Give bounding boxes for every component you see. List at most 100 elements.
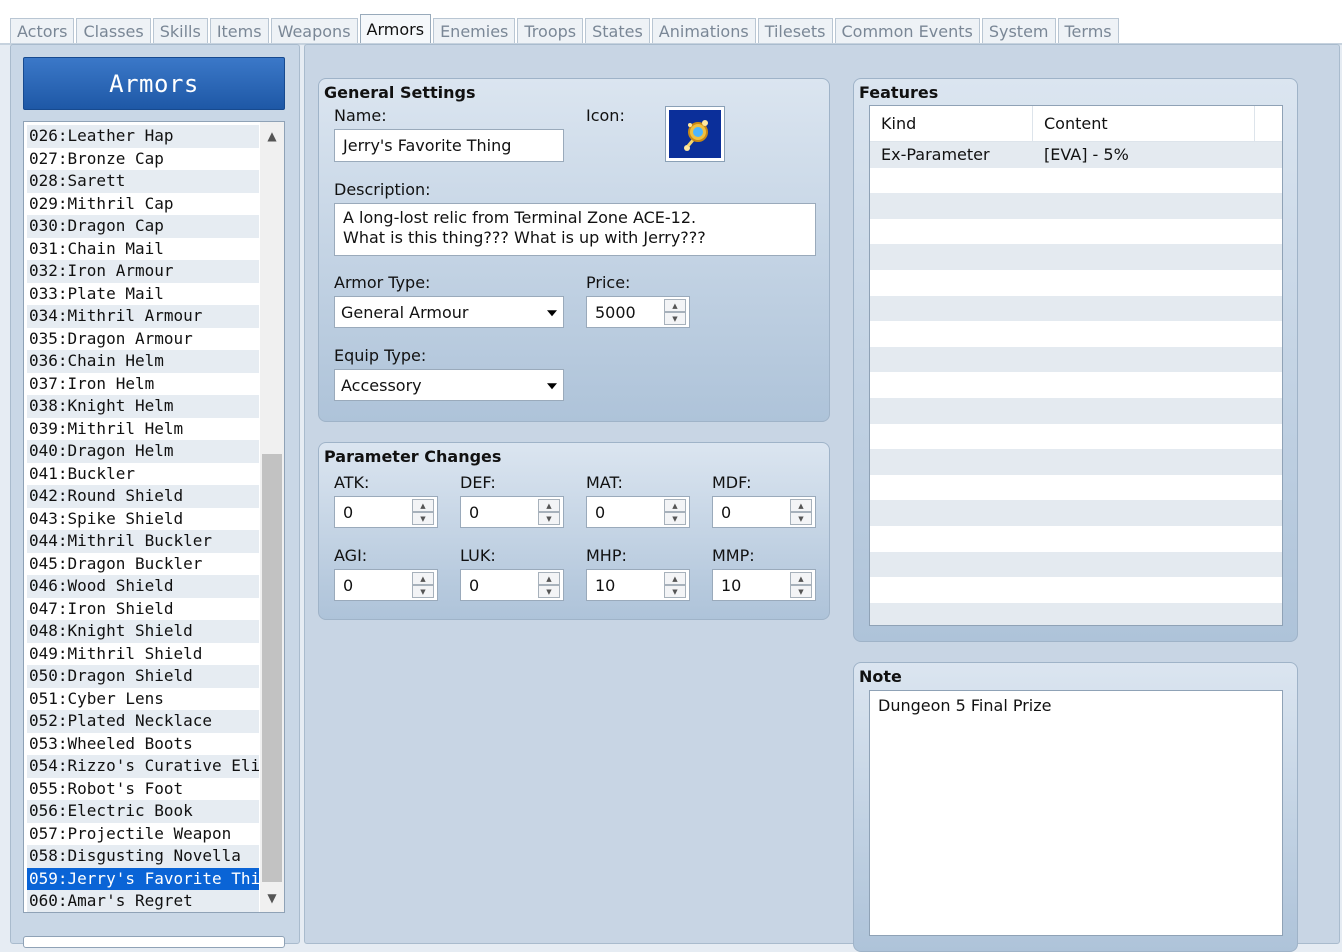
increment-icon[interactable]: ▲ (538, 572, 560, 585)
table-row[interactable] (870, 218, 1282, 245)
price-spinner[interactable]: 5000 ▲ ▼ (586, 296, 690, 328)
decrement-icon[interactable]: ▼ (790, 512, 812, 525)
table-row[interactable] (870, 321, 1282, 347)
tab-troops[interactable]: Troops (517, 18, 584, 44)
increment-icon[interactable]: ▲ (790, 499, 812, 512)
scroll-thumb[interactable] (262, 454, 282, 882)
increment-icon[interactable]: ▲ (412, 572, 434, 585)
table-row[interactable] (870, 449, 1282, 475)
table-row[interactable] (870, 397, 1282, 424)
table-row[interactable] (870, 244, 1282, 270)
table-row[interactable] (870, 269, 1282, 296)
list-item[interactable]: 048:Knight Shield (27, 620, 259, 643)
increment-icon[interactable]: ▲ (664, 499, 686, 512)
table-row[interactable] (870, 346, 1282, 373)
tab-weapons[interactable]: Weapons (270, 18, 358, 44)
decrement-icon[interactable]: ▼ (664, 512, 686, 525)
decrement-icon[interactable]: ▼ (664, 585, 686, 598)
mat-spinner[interactable]: 0 ▲ ▼ (586, 496, 690, 528)
column-header-content[interactable]: Content (1033, 106, 1255, 141)
equip-type-select[interactable]: Accessory (334, 369, 564, 401)
increment-icon[interactable]: ▲ (664, 299, 686, 312)
decrement-icon[interactable]: ▼ (664, 312, 686, 325)
tab-classes[interactable]: Classes (76, 18, 151, 44)
tab-states[interactable]: States (585, 18, 650, 44)
list-item[interactable]: 042:Round Shield (27, 485, 259, 508)
list-item[interactable]: 050:Dragon Shield (27, 665, 259, 688)
list-item[interactable]: 027:Bronze Cap (27, 147, 259, 170)
table-row[interactable] (870, 551, 1282, 578)
decrement-icon[interactable]: ▼ (412, 512, 434, 525)
list-item[interactable]: 026:Leather Hap (27, 125, 259, 148)
table-row[interactable] (870, 423, 1282, 450)
table-row[interactable] (870, 295, 1282, 322)
scroll-down-icon[interactable]: ▼ (260, 886, 284, 910)
mmp-spinner[interactable]: 10 ▲ ▼ (712, 569, 816, 601)
list-item[interactable]: 032:Iron Armour (27, 260, 259, 283)
list-item[interactable]: 033:Plate Mail (27, 282, 259, 305)
increment-icon[interactable]: ▲ (790, 572, 812, 585)
list-item[interactable]: 060:Amar's Regret (27, 890, 259, 912)
list-item[interactable]: 039:Mithril Helm (27, 417, 259, 440)
list-item[interactable]: 055:Robot's Foot (27, 777, 259, 800)
def-spinner[interactable]: 0 ▲ ▼ (460, 496, 564, 528)
table-row[interactable] (870, 474, 1282, 501)
list-item[interactable]: 041:Buckler (27, 462, 259, 485)
description-input[interactable]: A long-lost relic from Terminal Zone ACE… (334, 203, 816, 256)
list-item[interactable]: 028:Sarett (27, 170, 259, 193)
table-row[interactable] (870, 602, 1282, 625)
tab-common-events[interactable]: Common Events (834, 18, 980, 44)
list-item[interactable]: 040:Dragon Helm (27, 440, 259, 463)
mhp-spinner[interactable]: 10 ▲ ▼ (586, 569, 690, 601)
decrement-icon[interactable]: ▼ (538, 585, 560, 598)
table-row[interactable] (870, 525, 1282, 552)
tab-terms[interactable]: Terms (1057, 18, 1119, 44)
max-count-box[interactable] (23, 936, 285, 948)
list-item[interactable]: 045:Dragon Buckler (27, 552, 259, 575)
scroll-up-icon[interactable]: ▲ (260, 124, 284, 148)
mdf-spinner[interactable]: 0 ▲ ▼ (712, 496, 816, 528)
tab-enemies[interactable]: Enemies (433, 18, 516, 44)
list-scrollbar[interactable]: ▲ ▼ (260, 122, 284, 912)
table-row[interactable]: Ex-Parameter [EVA] - 5% (870, 142, 1282, 168)
tab-skills[interactable]: Skills (152, 18, 208, 44)
icon-selector[interactable] (665, 106, 725, 162)
list-item[interactable]: 035:Dragon Armour (27, 327, 259, 350)
list-item[interactable]: 043:Spike Shield (27, 507, 259, 530)
list-item[interactable]: 047:Iron Shield (27, 597, 259, 620)
list-item[interactable]: 056:Electric Book (27, 800, 259, 823)
table-row[interactable] (870, 372, 1282, 398)
list-item[interactable]: 052:Plated Necklace (27, 710, 259, 733)
tab-system[interactable]: System (981, 18, 1056, 44)
tab-animations[interactable]: Animations (651, 18, 756, 44)
agi-spinner[interactable]: 0 ▲ ▼ (334, 569, 438, 601)
tab-armors[interactable]: Armors (359, 14, 432, 44)
list-item[interactable]: 054:Rizzo's Curative Elixir (27, 755, 259, 778)
table-row[interactable] (870, 500, 1282, 526)
tab-actors[interactable]: Actors (10, 18, 75, 44)
list-item[interactable]: 037:Iron Helm (27, 372, 259, 395)
list-item[interactable]: 038:Knight Helm (27, 395, 259, 418)
increment-icon[interactable]: ▲ (538, 499, 560, 512)
decrement-icon[interactable]: ▼ (412, 585, 434, 598)
atk-spinner[interactable]: 0 ▲ ▼ (334, 496, 438, 528)
name-input[interactable]: Jerry's Favorite Thing (334, 129, 564, 162)
features-table[interactable]: Kind Content Ex-Parameter [EVA] - 5% (869, 105, 1283, 626)
increment-icon[interactable]: ▲ (412, 499, 434, 512)
decrement-icon[interactable]: ▼ (538, 512, 560, 525)
list-item[interactable]: 049:Mithril Shield (27, 642, 259, 665)
increment-icon[interactable]: ▲ (664, 572, 686, 585)
list-item[interactable]: 031:Chain Mail (27, 237, 259, 260)
list-item[interactable]: 046:Wood Shield (27, 575, 259, 598)
list-item[interactable]: 036:Chain Helm (27, 350, 259, 373)
list-item[interactable]: 053:Wheeled Boots (27, 732, 259, 755)
list-item[interactable]: 029:Mithril Cap (27, 192, 259, 215)
table-row[interactable] (870, 167, 1282, 194)
armor-type-select[interactable]: General Armour (334, 296, 564, 328)
list-item[interactable]: 044:Mithril Buckler (27, 530, 259, 553)
list-item[interactable]: 058:Disgusting Novella (27, 845, 259, 868)
table-row[interactable] (870, 193, 1282, 219)
list-item[interactable]: 059:Jerry's Favorite Thing (27, 867, 259, 890)
tab-items[interactable]: Items (209, 18, 269, 44)
list-item[interactable]: 051:Cyber Lens (27, 687, 259, 710)
